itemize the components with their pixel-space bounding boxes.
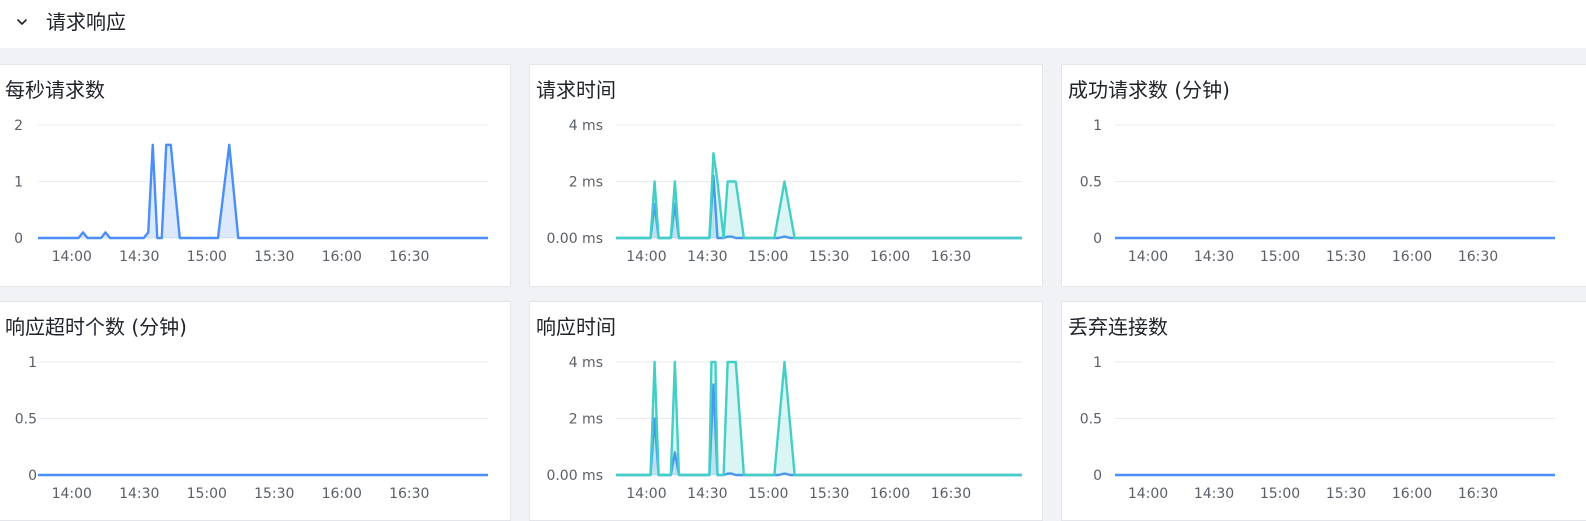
x-tick-label: 15:00 — [1260, 486, 1300, 502]
y-tick-label: 1 — [1093, 118, 1102, 134]
y-tick-label: 1 — [14, 175, 23, 191]
x-tick-label: 16:30 — [931, 249, 971, 265]
y-tick-label: 1 — [1093, 355, 1102, 371]
x-tick-label: 14:30 — [687, 249, 727, 265]
x-tick-label: 14:00 — [626, 249, 666, 265]
x-tick-label: 15:30 — [1326, 486, 1366, 502]
x-tick-label: 15:30 — [1326, 249, 1366, 265]
y-tick-label: 0.5 — [1080, 175, 1102, 191]
x-tick-label: 15:30 — [809, 249, 849, 265]
y-tick-label: 2 — [14, 118, 23, 134]
chart-dropped-connections: 0 0.5 1 14:00 14:30 15:00 15:30 16:00 16:30 — [1080, 355, 1555, 502]
chart-successful-requests: 0 0.5 1 14:00 14:30 15:00 15:30 16:00 16:30 — [1080, 118, 1555, 265]
x-tick-label: 14:00 — [1128, 249, 1168, 265]
x-tick-label: 16:00 — [1392, 486, 1432, 502]
x-tick-label: 15:30 — [254, 486, 294, 502]
y-tick-label: 0 — [1093, 468, 1102, 484]
panel-request-time: 请求时间 0.00 ms 2 ms 4 ms 14:00 14:30 15:00 15:30… — [529, 64, 1043, 287]
x-tick-label: 16:00 — [870, 249, 910, 265]
x-tick-label: 14:00 — [52, 249, 92, 265]
section-title: 请求响应 — [46, 10, 126, 34]
x-tick-label: 16:30 — [389, 249, 429, 265]
y-tick-label: 4 ms — [569, 355, 603, 371]
section-header[interactable]: 请求响应 — [0, 0, 1586, 48]
x-tick-label: 14:30 — [119, 249, 159, 265]
chart-requests-per-second: 0 1 2 14:00 14:30 15:00 15:30 16:00 16:30 — [14, 118, 488, 265]
x-tick-label: 16:00 — [1392, 249, 1432, 265]
chevron-down-icon[interactable] — [14, 14, 30, 30]
y-tick-label: 0.5 — [15, 412, 37, 428]
y-tick-label: 0.00 ms — [546, 231, 603, 247]
x-tick-label: 16:00 — [870, 486, 910, 502]
y-tick-label: 0.00 ms — [546, 468, 603, 484]
x-tick-label: 14:30 — [1194, 486, 1234, 502]
y-tick-label: 0 — [1093, 231, 1102, 247]
series-line-1 — [616, 152, 1022, 240]
x-tick-label: 16:30 — [389, 486, 429, 502]
y-tick-label: 2 ms — [569, 175, 603, 191]
x-tick-label: 15:00 — [748, 249, 788, 265]
x-tick-label: 14:30 — [119, 486, 159, 502]
x-tick-label: 14:00 — [52, 486, 92, 502]
chart-request-time: 0.00 ms 2 ms 4 ms 14:00 14:30 15:00 15:30 16:00… — [546, 118, 1022, 265]
y-tick-label: 0 — [14, 231, 23, 247]
chart-response-time: 0.00 ms 2 ms 4 ms 14:00 14:30 15:00 15:30 16:00… — [546, 355, 1022, 502]
y-tick-label: 1 — [28, 355, 37, 371]
x-tick-label: 15:00 — [187, 486, 227, 502]
x-tick-label: 16:00 — [322, 249, 362, 265]
panel-requests-per-second: 每秒请求数 0 1 2 14:00 14:30 15:00 15:30 16:00 16:30 — [0, 64, 511, 287]
panel-response-time: 响应时间 0.00 ms 2 ms 4 ms 14:00 14:30 15:00 15:30… — [529, 301, 1043, 521]
x-tick-label: 14:30 — [1194, 249, 1234, 265]
x-tick-label: 15:00 — [1260, 249, 1300, 265]
x-tick-label: 16:00 — [322, 486, 362, 502]
series-area-0 — [38, 144, 488, 238]
panel-response-timeouts: 响应超时个数 (分钟) 0 0.5 1 14:00 14:30 15:00 15:30 16:… — [0, 301, 511, 521]
x-tick-label: 15:00 — [187, 249, 227, 265]
panel-dropped-connections: 丢弃连接数 0 0.5 1 14:00 14:30 15:00 15:30 16:00 16:3… — [1061, 301, 1586, 521]
x-tick-label: 15:00 — [748, 486, 788, 502]
panel-successful-requests: 成功请求数 (分钟) 0 0.5 1 14:00 14:30 15:00 15:30 16:0… — [1061, 64, 1586, 287]
x-tick-label: 16:30 — [1458, 249, 1498, 265]
x-tick-label: 14:00 — [1128, 486, 1168, 502]
chart-response-timeouts: 0 0.5 1 14:00 14:30 15:00 15:30 16:00 16:30 — [15, 355, 488, 502]
x-tick-label: 16:30 — [1458, 486, 1498, 502]
y-tick-label: 2 ms — [569, 412, 603, 428]
y-tick-label: 0.5 — [1080, 412, 1102, 428]
x-tick-label: 15:30 — [809, 486, 849, 502]
series-line-0 — [38, 143, 488, 240]
x-tick-label: 14:00 — [626, 486, 666, 502]
x-tick-label: 14:30 — [687, 486, 727, 502]
y-tick-label: 0 — [28, 468, 37, 484]
x-tick-label: 15:30 — [254, 249, 294, 265]
x-tick-label: 16:30 — [931, 486, 971, 502]
y-tick-label: 4 ms — [569, 118, 603, 134]
